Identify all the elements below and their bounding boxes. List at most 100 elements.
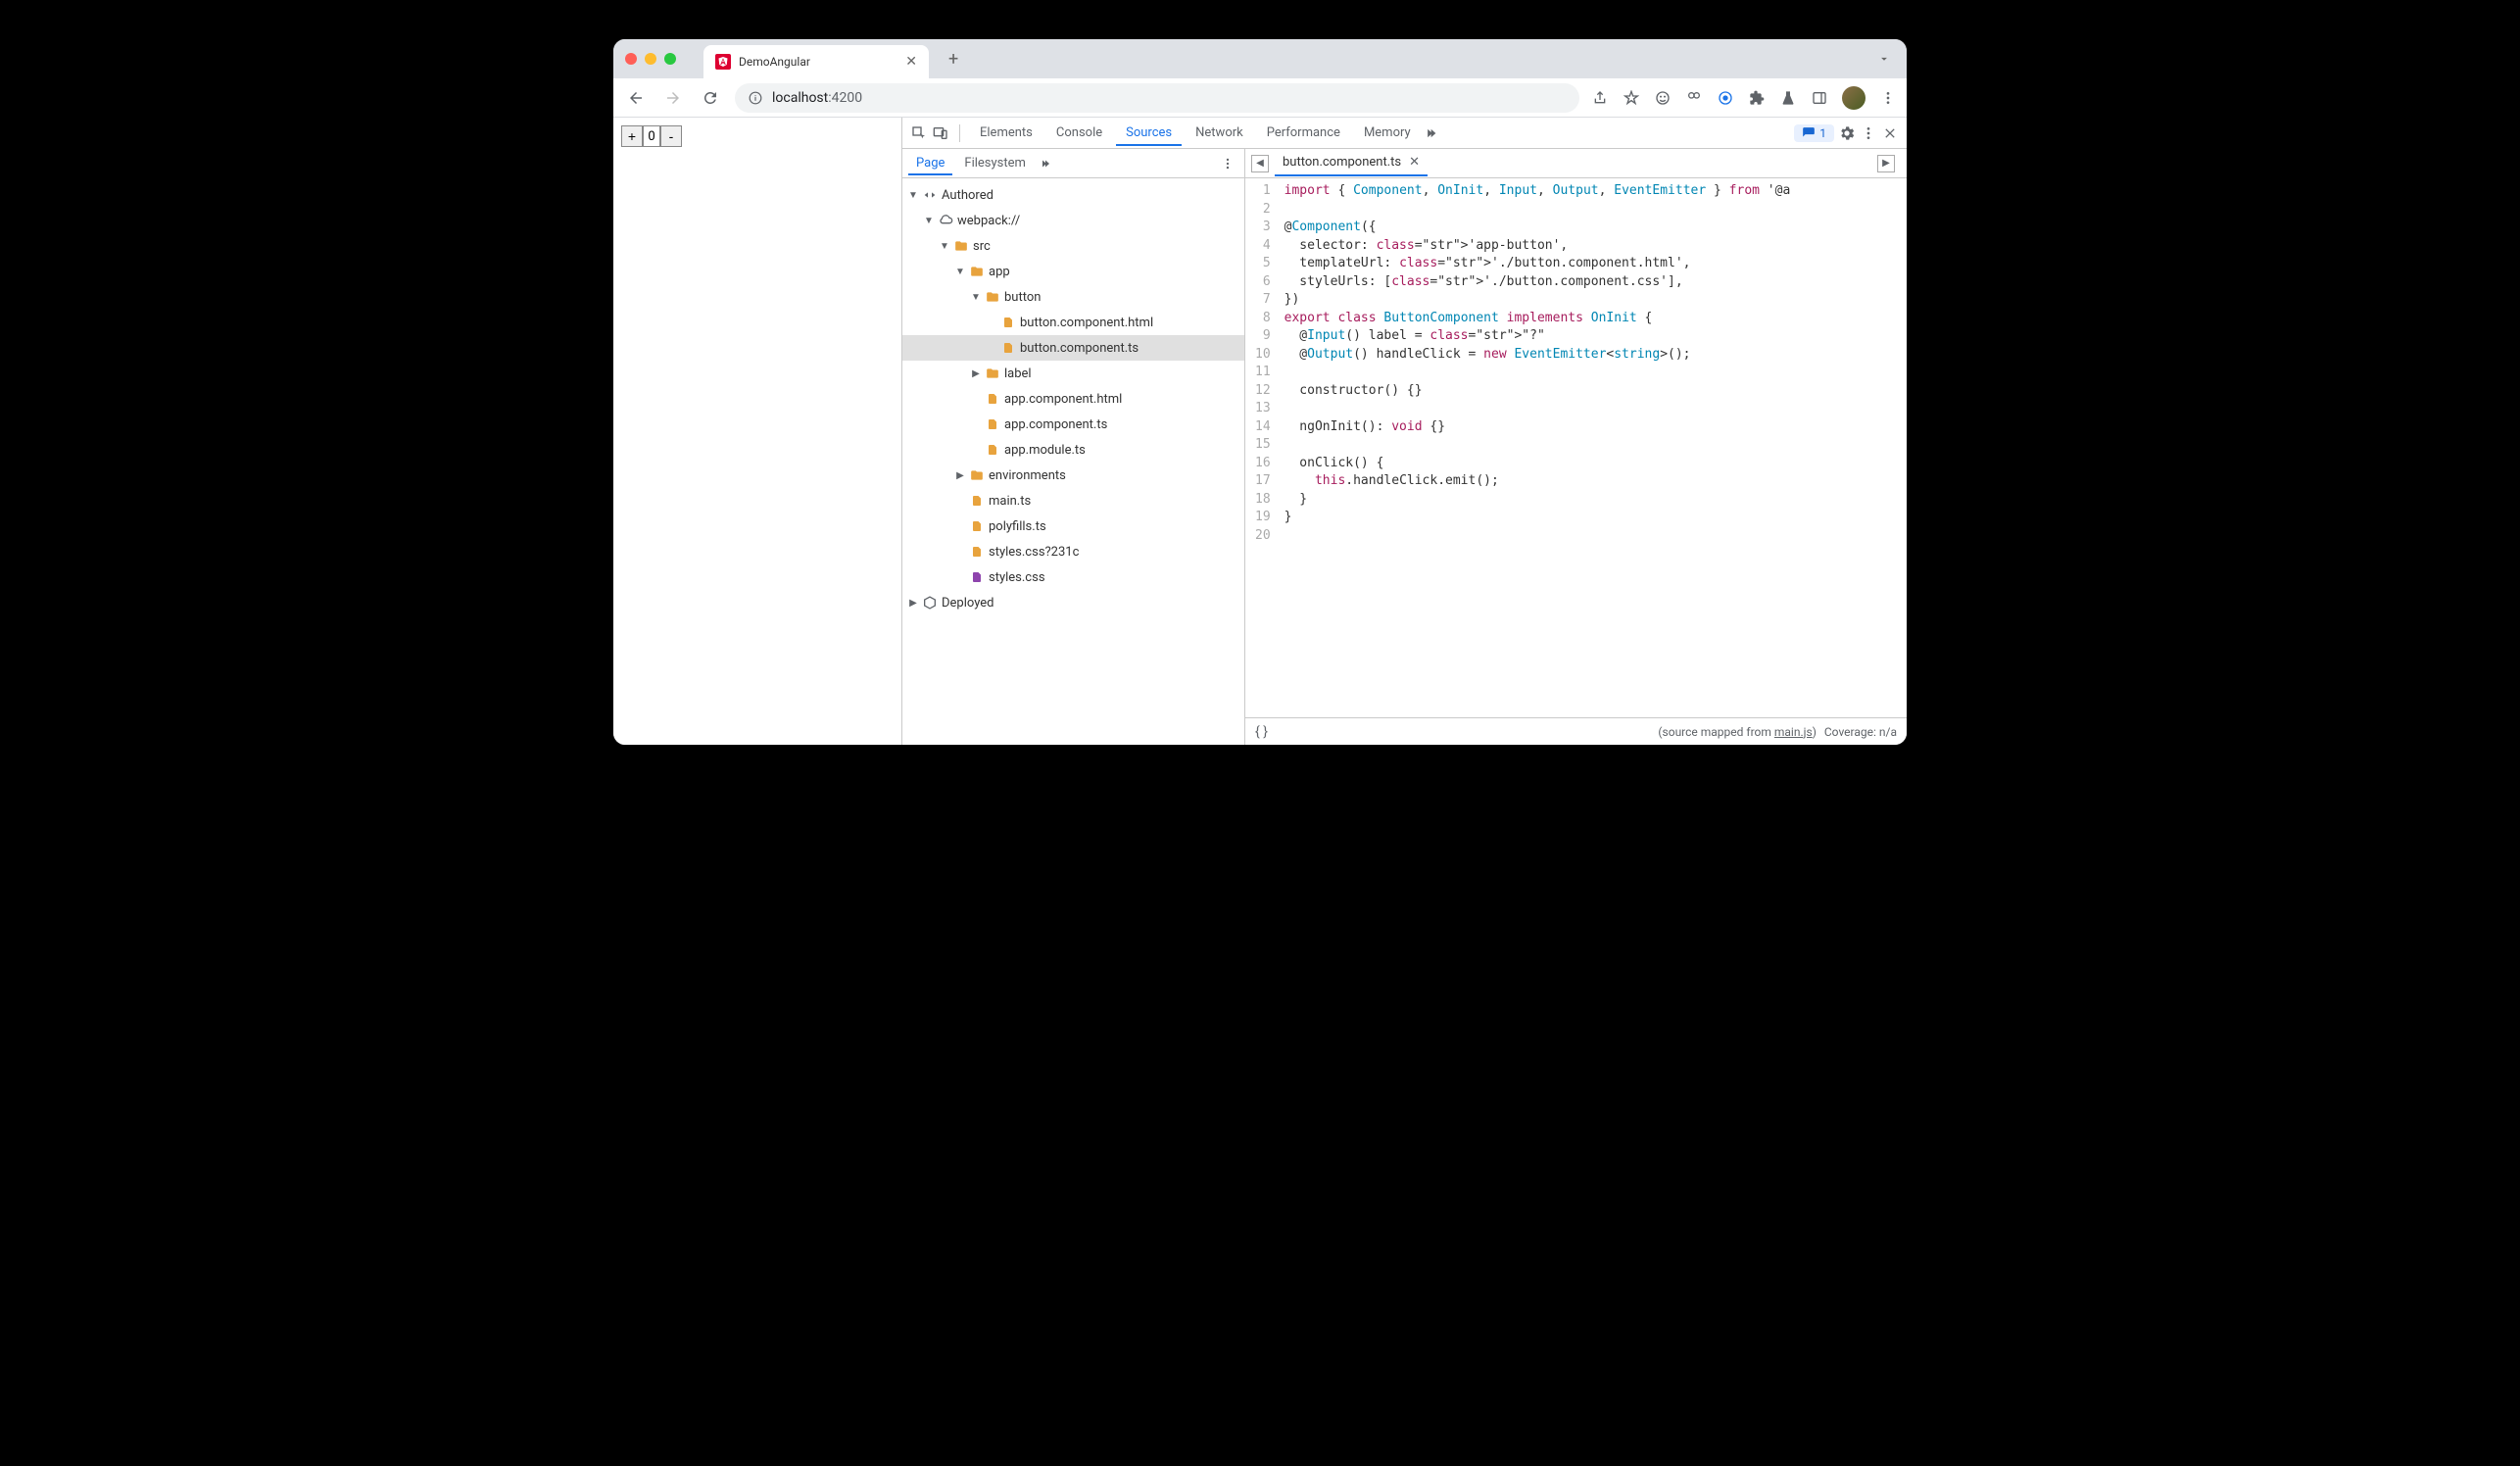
- navigator-tab-page[interactable]: Page: [908, 151, 952, 175]
- source-map-info: (source mapped from main.js): [1658, 725, 1816, 739]
- tree-app-module[interactable]: app.module.ts: [902, 437, 1244, 463]
- tree-environments[interactable]: ▶environments: [902, 463, 1244, 488]
- forward-button[interactable]: [660, 85, 686, 111]
- browser-tab[interactable]: DemoAngular ✕: [703, 45, 929, 78]
- navigator-more-icon[interactable]: [1038, 154, 1057, 173]
- maximize-window-button[interactable]: [664, 53, 676, 65]
- line-gutter: 1234567891011121314151617181920: [1245, 178, 1277, 717]
- reload-button[interactable]: [698, 85, 723, 111]
- tab-performance[interactable]: Performance: [1257, 120, 1350, 146]
- decrement-button[interactable]: -: [660, 125, 682, 147]
- code-editor[interactable]: 1234567891011121314151617181920 import {…: [1245, 178, 1907, 717]
- angular-favicon: [715, 54, 731, 70]
- device-toolbar-icon[interactable]: [932, 124, 949, 142]
- cloud-icon: [938, 213, 953, 228]
- tab-memory[interactable]: Memory: [1354, 120, 1421, 146]
- settings-gear-icon[interactable]: [1838, 124, 1856, 142]
- traffic-lights: [625, 53, 676, 65]
- more-tabs-icon[interactable]: [1425, 124, 1442, 142]
- issues-badge[interactable]: 1: [1794, 124, 1834, 142]
- tab-network[interactable]: Network: [1186, 120, 1253, 146]
- extension-icon-2[interactable]: [1685, 89, 1703, 107]
- tree-main-ts[interactable]: main.ts: [902, 488, 1244, 513]
- source-map-link[interactable]: main.js: [1774, 725, 1813, 739]
- tree-deployed[interactable]: ▶Deployed: [902, 590, 1244, 615]
- tree-button-folder[interactable]: ▼button: [902, 284, 1244, 310]
- devtools-close-icon[interactable]: [1881, 124, 1899, 142]
- tree-button-ts[interactable]: button.component.ts: [902, 335, 1244, 361]
- tree-button-html[interactable]: button.component.html: [902, 310, 1244, 335]
- page-content: + 0 -: [613, 118, 902, 745]
- navigator-tabs: Page Filesystem: [902, 149, 1244, 178]
- editor-pane: ◀ button.component.ts ✕ ▶ 12345678910111…: [1245, 149, 1907, 745]
- tab-console[interactable]: Console: [1046, 120, 1112, 146]
- new-tab-button[interactable]: +: [948, 49, 958, 70]
- profile-avatar[interactable]: [1842, 86, 1866, 110]
- editor-tabs: ◀ button.component.ts ✕ ▶: [1245, 149, 1907, 178]
- file-icon: [969, 518, 985, 534]
- labs-flask-icon[interactable]: [1779, 89, 1797, 107]
- toggle-navigator-icon[interactable]: ◀: [1251, 155, 1269, 172]
- folder-icon: [953, 238, 969, 254]
- file-icon: [985, 391, 1000, 407]
- tree-app-html[interactable]: app.component.html: [902, 386, 1244, 412]
- info-icon: [749, 91, 762, 105]
- devtools-body: Page Filesystem ▼Authored ▼webpack:// ▼s…: [902, 149, 1907, 745]
- counter-value: 0: [643, 125, 660, 147]
- extension-icon-3[interactable]: [1717, 89, 1734, 107]
- deployed-icon: [922, 595, 938, 611]
- editor-tab-close-icon[interactable]: ✕: [1409, 155, 1420, 170]
- browser-menu-icon[interactable]: [1879, 89, 1897, 107]
- toolbar-icons: [1591, 86, 1897, 110]
- file-tree: ▼Authored ▼webpack:// ▼src ▼app ▼button …: [902, 178, 1244, 745]
- file-icon: [969, 544, 985, 560]
- share-icon[interactable]: [1591, 89, 1609, 107]
- tree-styles[interactable]: styles.css: [902, 564, 1244, 590]
- folder-icon: [985, 289, 1000, 305]
- bookmark-star-icon[interactable]: [1623, 89, 1640, 107]
- tab-close-icon[interactable]: ✕: [905, 54, 917, 70]
- devtools-panel: Elements Console Sources Network Perform…: [902, 118, 1907, 745]
- inspect-element-icon[interactable]: [910, 124, 928, 142]
- code-icon: [922, 187, 938, 203]
- navigator-tab-filesystem[interactable]: Filesystem: [956, 151, 1034, 175]
- folder-icon: [985, 366, 1000, 381]
- pretty-print-icon[interactable]: { }: [1255, 724, 1268, 740]
- extensions-puzzle-icon[interactable]: [1748, 89, 1766, 107]
- devtools-toolbar: Elements Console Sources Network Perform…: [902, 118, 1907, 149]
- side-panel-icon[interactable]: [1811, 89, 1828, 107]
- tree-app[interactable]: ▼app: [902, 259, 1244, 284]
- toggle-debugger-icon[interactable]: ▶: [1877, 155, 1895, 172]
- devtools-menu-icon[interactable]: [1860, 124, 1877, 142]
- url-input[interactable]: localhost:4200: [735, 83, 1579, 113]
- tree-label-folder[interactable]: ▶label: [902, 361, 1244, 386]
- back-button[interactable]: [623, 85, 649, 111]
- tree-webpack[interactable]: ▼webpack://: [902, 208, 1244, 233]
- tab-elements[interactable]: Elements: [970, 120, 1042, 146]
- tabs-dropdown-icon[interactable]: [1873, 48, 1895, 70]
- navigator-menu-icon[interactable]: [1217, 153, 1238, 174]
- counter-widget: + 0 -: [621, 125, 894, 147]
- file-icon: [1000, 340, 1016, 356]
- sources-navigator: Page Filesystem ▼Authored ▼webpack:// ▼s…: [902, 149, 1245, 745]
- file-icon: [969, 569, 985, 585]
- tab-title: DemoAngular: [739, 55, 897, 69]
- tree-src[interactable]: ▼src: [902, 233, 1244, 259]
- minimize-window-button[interactable]: [645, 53, 656, 65]
- close-window-button[interactable]: [625, 53, 637, 65]
- editor-tab[interactable]: button.component.ts ✕: [1275, 150, 1428, 176]
- coverage-info: Coverage: n/a: [1824, 725, 1897, 739]
- tree-styles-q[interactable]: styles.css?231c: [902, 539, 1244, 564]
- tree-authored[interactable]: ▼Authored: [902, 182, 1244, 208]
- tree-polyfills[interactable]: polyfills.ts: [902, 513, 1244, 539]
- extension-icon-1[interactable]: [1654, 89, 1672, 107]
- browser-window: DemoAngular ✕ + localhost:4200: [613, 39, 1907, 745]
- file-icon: [985, 442, 1000, 458]
- file-icon: [1000, 315, 1016, 330]
- tab-sources[interactable]: Sources: [1116, 120, 1182, 146]
- tree-app-ts[interactable]: app.component.ts: [902, 412, 1244, 437]
- editor-tab-label: button.component.ts: [1283, 155, 1401, 170]
- increment-button[interactable]: +: [621, 125, 643, 147]
- code-content[interactable]: import { Component, OnInit, Input, Outpu…: [1277, 178, 1799, 717]
- file-icon: [985, 416, 1000, 432]
